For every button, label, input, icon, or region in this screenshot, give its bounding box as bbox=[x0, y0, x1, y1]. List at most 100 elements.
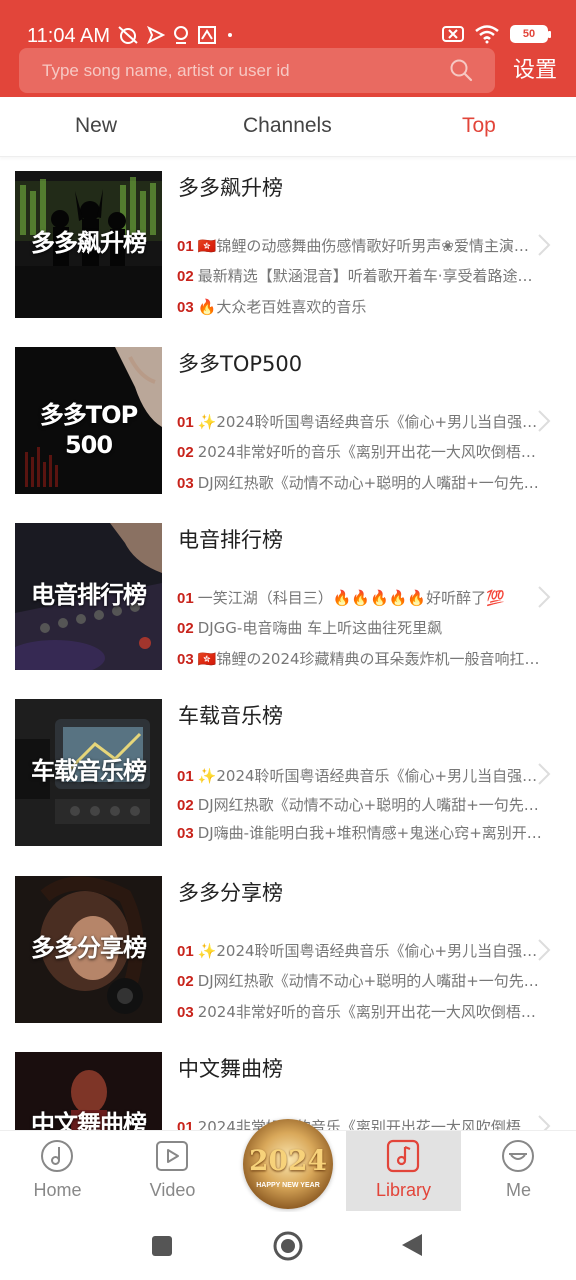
chart-title[interactable]: 多多飙升榜 bbox=[178, 174, 283, 202]
music-note-circle-icon bbox=[41, 1140, 73, 1172]
track-row[interactable]: 03 🇭🇰锦鲤の2024珍藏精典の耳朵轰炸机一般音响扛… bbox=[177, 649, 553, 670]
track-row[interactable]: 02 DJ网红热歌《动情不动心+聪明的人嘴甜+一句先… bbox=[177, 795, 553, 816]
more-dot-icon bbox=[228, 33, 232, 37]
nav-me[interactable]: Me bbox=[461, 1131, 576, 1211]
badge-subtitle: HAPPY NEW YEAR bbox=[256, 1182, 320, 1189]
chevron-right-icon[interactable] bbox=[537, 409, 551, 433]
play-square-icon bbox=[156, 1141, 188, 1171]
nav-video[interactable]: Video bbox=[115, 1131, 230, 1211]
track-text: 2024非常好听的音乐《离别开出花一大风吹倒梧… bbox=[197, 1118, 536, 1130]
chart-cover[interactable]: 多多飙升榜 bbox=[15, 171, 162, 318]
app-header: 11:04 AM 50 Type song name, artist or us… bbox=[0, 0, 576, 97]
cover-title: 多多飙升榜 bbox=[31, 229, 147, 257]
chart-item-electronic[interactable]: 电音排行榜 电音排行榜 01 一笑江湖（科目三）🔥🔥🔥🔥🔥好听醉了💯 02 DJGG… bbox=[0, 510, 576, 686]
track-row[interactable]: 02 最新精选【默涵混音】听着歌开着车·享受着路途… bbox=[177, 266, 553, 287]
chart-cover[interactable]: 中文舞曲榜 bbox=[15, 1052, 162, 1130]
chart-item-chinese-dance[interactable]: 中文舞曲榜 中文舞曲榜 01 2024非常好听的音乐《离别开出花一大风吹倒梧… bbox=[0, 1039, 576, 1130]
search-icon[interactable] bbox=[449, 58, 473, 82]
chevron-right-icon[interactable] bbox=[537, 1114, 551, 1130]
track-row[interactable]: 02 DJ网红热歌《动情不动心+聪明的人嘴甜+一句先… bbox=[177, 971, 553, 992]
track-row[interactable]: 03 2024非常好听的音乐《离别开出花一大风吹倒梧… bbox=[177, 1002, 553, 1023]
nav-home[interactable]: Home bbox=[0, 1131, 115, 1211]
chart-cover[interactable]: 电音排行榜 bbox=[15, 523, 162, 670]
track-text: ✨2024聆听国粤语经典音乐《偷心+男儿当自强… bbox=[197, 767, 538, 785]
settings-button[interactable]: 设置 bbox=[513, 56, 557, 86]
status-system-icons: 50 bbox=[442, 24, 551, 44]
smile-face-icon bbox=[502, 1140, 534, 1172]
track-rank: 02 bbox=[177, 620, 194, 637]
track-text: 一笑江湖（科目三）🔥🔥🔥🔥🔥好听醉了💯 bbox=[197, 589, 505, 607]
tab-channels[interactable]: Channels bbox=[243, 113, 332, 139]
sim-off-icon bbox=[442, 26, 464, 42]
search-placeholder: Type song name, artist or user id bbox=[42, 61, 290, 80]
tab-top[interactable]: Top bbox=[462, 113, 496, 139]
track-row[interactable]: 03 DJ网红热歌《动情不动心+聪明的人嘴甜+一句先… bbox=[177, 473, 553, 494]
chart-item-share[interactable]: 多多分享榜 多多分享榜 01 ✨2024聆听国粤语经典音乐《偷心+男儿当自强… 0… bbox=[0, 863, 576, 1039]
system-nav-bar bbox=[0, 1212, 576, 1280]
track-row[interactable]: 03 DJ嗨曲-谁能明白我+堆积情感+鬼迷心窍+离别开… bbox=[177, 823, 553, 844]
chart-item-top500[interactable]: 多多TOP 500 多多TOP500 01 ✨2024聆听国粤语经典音乐《偷心+男… bbox=[0, 334, 576, 510]
cover-title: 中文舞曲榜 bbox=[31, 1110, 147, 1130]
track-rank: 02 bbox=[177, 444, 194, 461]
chart-cover[interactable]: 多多分享榜 bbox=[15, 876, 162, 1023]
cover-title: 电音排行榜 bbox=[31, 581, 147, 609]
cover-title-line2: 500 bbox=[64, 431, 113, 459]
chevron-right-icon[interactable] bbox=[537, 938, 551, 962]
track-text: 2024非常好听的音乐《离别开出花一大风吹倒梧… bbox=[197, 1003, 536, 1021]
recent-apps-icon[interactable] bbox=[151, 1235, 173, 1257]
status-time: 11:04 AM bbox=[27, 25, 111, 47]
track-text: DJGG-电音嗨曲 车上听这曲往死里飙 bbox=[197, 619, 443, 637]
track-row[interactable]: 01 🇭🇰锦鲤の动感舞曲伤感情歌好听男声❀爱情主演… bbox=[177, 236, 553, 257]
track-row[interactable]: 01 ✨2024聆听国粤语经典音乐《偷心+男儿当自强… bbox=[177, 412, 553, 433]
track-row[interactable]: 01 2024非常好听的音乐《离别开出花一大风吹倒梧… bbox=[177, 1117, 553, 1130]
chart-title[interactable]: 电音排行榜 bbox=[178, 526, 283, 554]
track-text: ✨2024聆听国粤语经典音乐《偷心+男儿当自强… bbox=[197, 942, 538, 960]
track-text: DJ网红热歌《动情不动心+聪明的人嘴甜+一句先… bbox=[197, 474, 539, 492]
track-rank: 02 bbox=[177, 797, 194, 814]
chevron-right-icon[interactable] bbox=[537, 233, 551, 257]
chevron-right-icon[interactable] bbox=[537, 585, 551, 609]
search-input[interactable]: Type song name, artist or user id bbox=[19, 48, 495, 93]
track-rank: 03 bbox=[177, 825, 194, 842]
chart-title[interactable]: 中文舞曲榜 bbox=[178, 1055, 283, 1083]
chart-item-car[interactable]: 车载音乐榜 车载音乐榜 01 ✨2024聆听国粤语经典音乐《偷心+男儿当自强… 0… bbox=[0, 686, 576, 862]
track-row[interactable]: 01 ✨2024聆听国粤语经典音乐《偷心+男儿当自强… bbox=[177, 941, 553, 962]
send-icon bbox=[147, 26, 165, 44]
track-rank: 03 bbox=[177, 651, 194, 668]
chart-title[interactable]: 多多分享榜 bbox=[178, 879, 283, 907]
chevron-right-icon[interactable] bbox=[537, 762, 551, 786]
track-text: 🔥大众老百姓喜欢的音乐 bbox=[197, 298, 367, 316]
chart-item-soaring[interactable]: 多多飙升榜 多多飙升榜 01 🇭🇰锦鲤の动感舞曲伤感情歌好听男声❀爱情主演… 02… bbox=[0, 158, 576, 334]
track-rank: 03 bbox=[177, 299, 194, 316]
nav-label: Home bbox=[33, 1180, 82, 1200]
track-rank: 01 bbox=[177, 768, 194, 785]
cover-title: 多多分享榜 bbox=[31, 934, 147, 962]
nav-library[interactable]: Library bbox=[346, 1131, 461, 1211]
badge-year: 2024 bbox=[249, 1144, 327, 1177]
wifi-icon bbox=[475, 25, 499, 44]
chart-title[interactable]: 多多TOP500 bbox=[178, 350, 302, 378]
chart-cover[interactable]: 多多TOP 500 bbox=[15, 347, 162, 494]
track-row[interactable]: 02 DJGG-电音嗨曲 车上听这曲往死里飙 bbox=[177, 618, 553, 639]
chart-cover[interactable]: 车载音乐榜 bbox=[15, 699, 162, 846]
track-row[interactable]: 01 一笑江湖（科目三）🔥🔥🔥🔥🔥好听醉了💯 bbox=[177, 588, 553, 609]
chart-title[interactable]: 车载音乐榜 bbox=[178, 702, 283, 730]
track-row[interactable]: 03 🔥大众老百姓喜欢的音乐 bbox=[177, 297, 553, 318]
track-text: 最新精选【默涵混音】听着歌开着车·享受着路途… bbox=[197, 267, 533, 285]
home-circle-icon[interactable] bbox=[272, 1230, 304, 1262]
alarm-off-icon bbox=[118, 26, 138, 44]
top-tabs: New Channels Top bbox=[0, 97, 576, 157]
track-text: 🇭🇰锦鲤の2024珍藏精典の耳朵轰炸机一般音响扛… bbox=[197, 650, 540, 668]
status-bar: 11:04 AM 50 bbox=[0, 0, 576, 47]
back-triangle-icon[interactable] bbox=[400, 1232, 424, 1258]
tab-new[interactable]: New bbox=[75, 113, 117, 139]
cover-title-line1: 多多TOP bbox=[39, 401, 138, 429]
track-row[interactable]: 01 ✨2024聆听国粤语经典音乐《偷心+男儿当自强… bbox=[177, 766, 553, 787]
track-row[interactable]: 02 2024非常好听的音乐《离别开出花一大风吹倒梧… bbox=[177, 442, 553, 463]
new-year-badge-button[interactable]: 2024 HAPPY NEW YEAR bbox=[243, 1119, 333, 1209]
music-library-icon bbox=[386, 1139, 420, 1173]
app-notification-icon bbox=[198, 26, 216, 44]
track-text: DJ网红热歌《动情不动心+聪明的人嘴甜+一句先… bbox=[197, 796, 539, 814]
nav-label: Library bbox=[375, 1180, 432, 1200]
cover-title: 车载音乐榜 bbox=[31, 757, 147, 785]
